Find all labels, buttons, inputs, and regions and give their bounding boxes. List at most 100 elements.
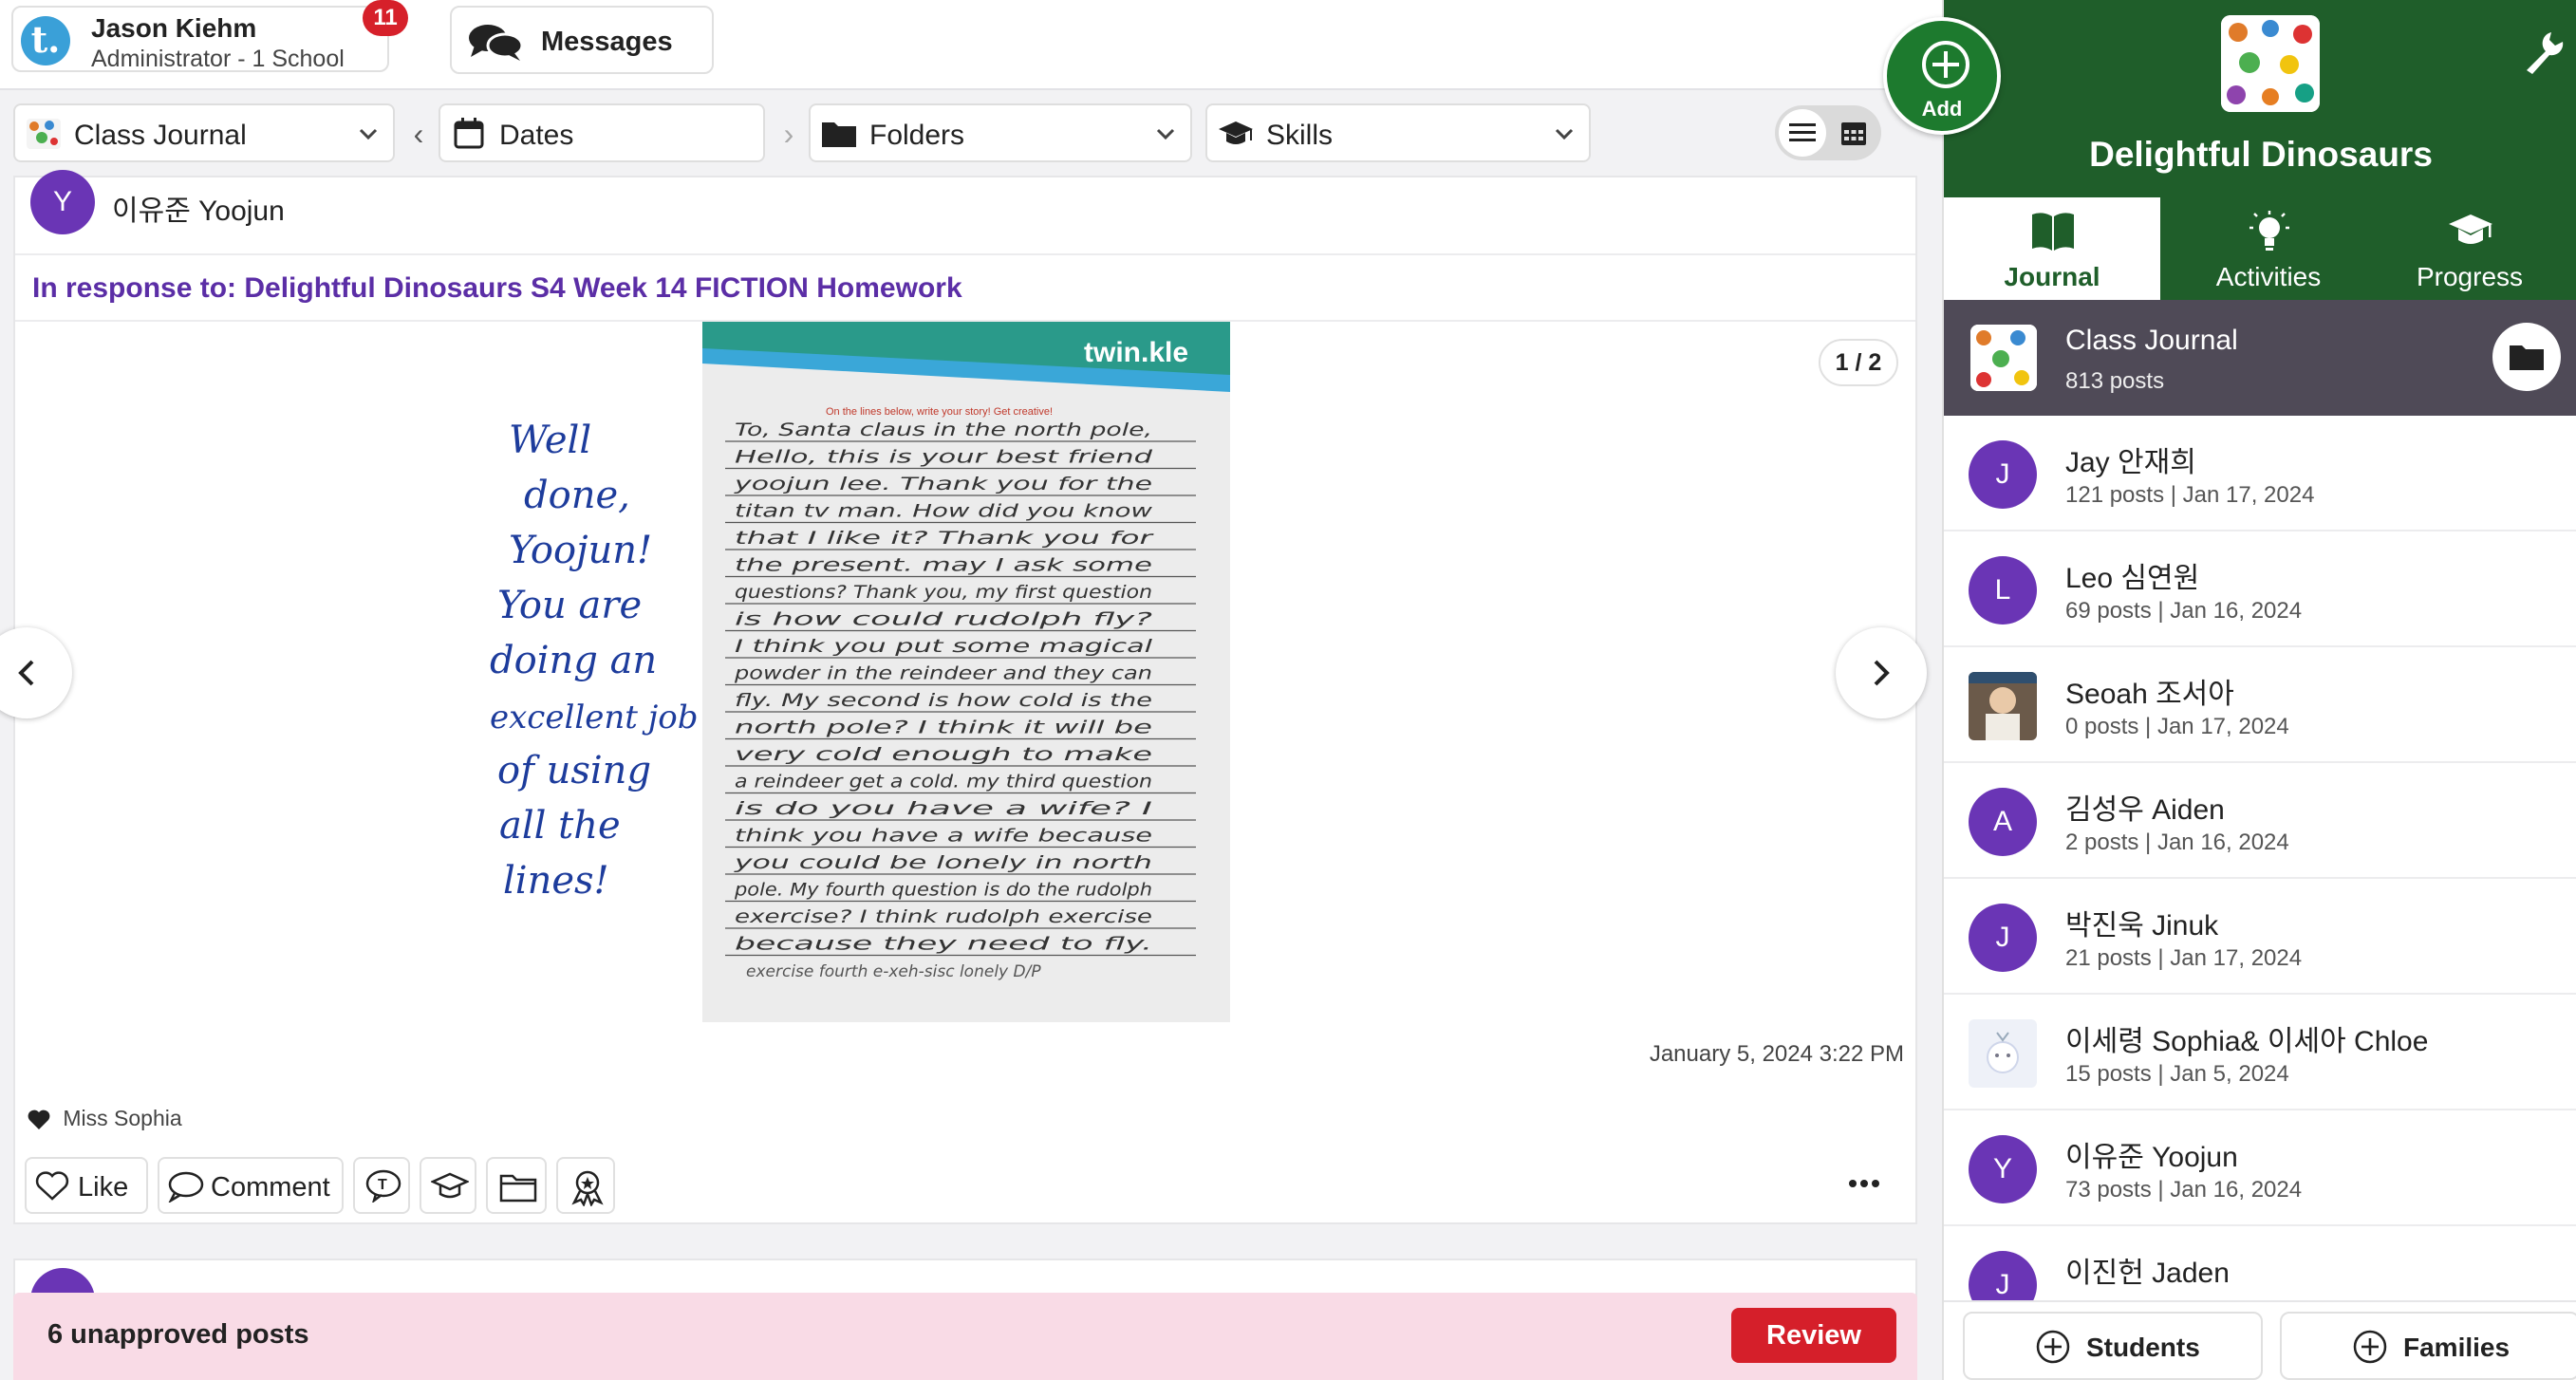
list-view-button[interactable] bbox=[1779, 109, 1826, 157]
heart-filled-icon bbox=[28, 1110, 50, 1129]
student-name: 박진욱 Jinuk bbox=[2065, 910, 2219, 942]
unapproved-posts-count: 6 unapproved posts bbox=[47, 1319, 309, 1350]
student-name: Leo 심연원 bbox=[2065, 563, 2200, 594]
sidebar-item-student[interactable]: Y 이유준 Yoojun 73 posts | Jan 16, 2024 bbox=[1944, 1110, 2576, 1226]
folder-icon bbox=[2510, 345, 2544, 370]
messages-button[interactable]: Messages bbox=[450, 6, 714, 74]
plus-circle-icon bbox=[2036, 1330, 2070, 1364]
worksheet-footer-notes: exercise fourth e-xeh-sisc lonely D/P bbox=[746, 962, 1041, 981]
student-writing-line: fly. My second is how cold is the bbox=[735, 690, 1152, 711]
award-button[interactable] bbox=[556, 1157, 615, 1214]
response-to-link[interactable]: In response to: Delightful Dinosaurs S4 … bbox=[32, 272, 962, 305]
comment-button[interactable]: Comment bbox=[158, 1157, 344, 1214]
more-options-icon[interactable] bbox=[1845, 1170, 1883, 1197]
dinosaur-pattern-icon bbox=[2221, 15, 2320, 112]
author-avatar[interactable]: Y bbox=[30, 170, 95, 234]
school-logo: t. bbox=[21, 16, 70, 65]
next-date-arrow[interactable]: › bbox=[773, 115, 805, 153]
families-button[interactable]: Families bbox=[2280, 1312, 2576, 1380]
dates-filter-label: Dates bbox=[499, 120, 574, 151]
student-writing-line: a reindeer get a cold. my third question bbox=[735, 772, 1152, 793]
class-avatar[interactable] bbox=[2221, 15, 2320, 112]
liked-by: Miss Sophia bbox=[27, 1106, 182, 1131]
students-button[interactable]: Students bbox=[1963, 1312, 2263, 1380]
student-writing-line: titan tv man. How did you know bbox=[735, 501, 1153, 522]
folders-filter-dropdown[interactable]: Folders bbox=[809, 103, 1192, 162]
chevron-down-icon bbox=[1555, 128, 1574, 140]
previous-date-arrow[interactable]: ‹ bbox=[402, 115, 435, 153]
student-post-info: 0 posts | Jan 17, 2024 bbox=[2065, 714, 2289, 739]
student-avatar: L bbox=[1969, 556, 2037, 625]
class-journal-post-count: 813 posts bbox=[2065, 368, 2165, 394]
sidebar-item-student[interactable]: A 김성우 Aiden 2 posts | Jan 16, 2024 bbox=[1944, 763, 2576, 879]
calendar-view-button[interactable] bbox=[1830, 109, 1877, 157]
wrench-icon[interactable] bbox=[2523, 28, 2565, 76]
worksheet-image: twin.kle On the lines below, write your … bbox=[702, 322, 1230, 1022]
top-bar: t. Jason Kiehm Administrator - 1 School … bbox=[0, 0, 1942, 90]
graduation-cap-outline-icon bbox=[431, 1172, 469, 1199]
journal-folder-button[interactable] bbox=[2492, 323, 2561, 391]
add-button[interactable]: Add bbox=[1883, 17, 2001, 135]
student-post-info: 15 posts | Jan 5, 2024 bbox=[2065, 1061, 2289, 1087]
folder-button[interactable] bbox=[486, 1157, 547, 1214]
student-writing-line: you could be lonely in north bbox=[733, 852, 1152, 873]
unapproved-posts-banner: 6 unapproved posts Review bbox=[13, 1293, 1917, 1380]
notification-badge[interactable]: 11 bbox=[363, 0, 408, 36]
student-name: 이유준 Yoojun bbox=[2065, 1142, 2238, 1173]
teacher-note-line: Well bbox=[509, 419, 591, 462]
author-name[interactable]: 이유준 Yoojun bbox=[112, 187, 285, 229]
graduation-cap-icon bbox=[2449, 214, 2492, 244]
previous-image-button[interactable] bbox=[0, 627, 72, 718]
photo-thumbnail bbox=[1969, 1019, 2037, 1088]
student-writing-line: pole. My fourth question is do the rudol… bbox=[734, 880, 1152, 901]
student-post-info: 69 posts | Jan 16, 2024 bbox=[2065, 598, 2303, 624]
class-journal-thumbnail bbox=[1970, 325, 2037, 391]
student-writing-line: questions? Thank you, my first question bbox=[735, 582, 1152, 603]
student-avatar: J bbox=[1969, 440, 2037, 509]
view-toggle[interactable] bbox=[1775, 105, 1881, 160]
class-journal-item[interactable]: Class Journal 813 posts bbox=[1944, 300, 2576, 416]
tab-journal[interactable]: Journal bbox=[1944, 197, 2160, 300]
sidebar-item-student[interactable]: J 이진헌 Jaden bbox=[1944, 1226, 2576, 1300]
families-button-label: Families bbox=[2403, 1333, 2511, 1362]
sidebar-item-student[interactable]: Seoah 조서아 0 posts | Jan 17, 2024 bbox=[1944, 647, 2576, 763]
comment-icon bbox=[168, 1171, 204, 1203]
teacher-handwritten-note: Well done, Yoojun! You are doing an excellent… bbox=[490, 419, 698, 903]
like-button[interactable]: Like bbox=[25, 1157, 148, 1214]
chevron-left-icon bbox=[18, 660, 34, 686]
student-writing-line: To, Santa claus in the north pole, bbox=[735, 420, 1152, 440]
tab-progress[interactable]: Progress bbox=[2361, 197, 2576, 300]
user-account-chip[interactable]: t. Jason Kiehm Administrator - 1 School bbox=[11, 6, 389, 72]
calendar-grid-icon bbox=[1841, 122, 1866, 145]
tab-journal-label: Journal bbox=[2004, 262, 2100, 291]
sidebar-item-student[interactable]: J Jay 안재희 121 posts | Jan 17, 2024 bbox=[1944, 416, 2576, 531]
tab-progress-label: Progress bbox=[2416, 262, 2524, 291]
sidebar-item-student[interactable]: J 박진욱 Jinuk 21 posts | Jan 17, 2024 bbox=[1944, 879, 2576, 995]
journal-filter-dropdown[interactable]: Class Journal bbox=[13, 103, 395, 162]
page-counter: 1 / 2 bbox=[1819, 339, 1898, 386]
dates-filter[interactable]: Dates bbox=[439, 103, 765, 162]
translate-button[interactable]: T bbox=[353, 1157, 410, 1214]
tab-activities[interactable]: Activities bbox=[2160, 197, 2377, 300]
graduation-cap-icon bbox=[1219, 121, 1253, 144]
photo-thumbnail bbox=[1969, 672, 2037, 740]
homework-photo[interactable]: twin.kle On the lines below, write your … bbox=[702, 322, 1230, 1022]
tab-activities-label: Activities bbox=[2215, 262, 2322, 291]
review-button[interactable]: Review bbox=[1731, 1308, 1896, 1363]
sidebar-item-student[interactable]: L Leo 심연원 69 posts | Jan 16, 2024 bbox=[1944, 531, 2576, 647]
class-journal-title: Class Journal bbox=[2065, 325, 2238, 356]
skills-button[interactable] bbox=[420, 1157, 476, 1214]
skills-filter-dropdown[interactable]: Skills bbox=[1205, 103, 1591, 162]
journal-filter-label: Class Journal bbox=[74, 120, 247, 151]
student-writing-line: because they need to fly. bbox=[735, 934, 1152, 955]
student-name: Jay 안재희 bbox=[2065, 447, 2196, 478]
sidebar-item-student[interactable]: 이세령 Sophia& 이세아 Chloe 15 posts | Jan 5, 2… bbox=[1944, 995, 2576, 1110]
user-role: Administrator - 1 School bbox=[91, 46, 345, 72]
teacher-note-line: doing an bbox=[490, 639, 657, 682]
student-writing-line: yoojun lee. Thank you for the bbox=[733, 474, 1152, 494]
next-image-button[interactable] bbox=[1836, 627, 1927, 718]
student-name: 이진헌 Jaden bbox=[2065, 1258, 2230, 1289]
student-post-info: 2 posts | Jan 16, 2024 bbox=[2065, 830, 2289, 855]
add-button-label: Add bbox=[1921, 97, 1963, 121]
teacher-note-line: all the bbox=[499, 804, 621, 848]
